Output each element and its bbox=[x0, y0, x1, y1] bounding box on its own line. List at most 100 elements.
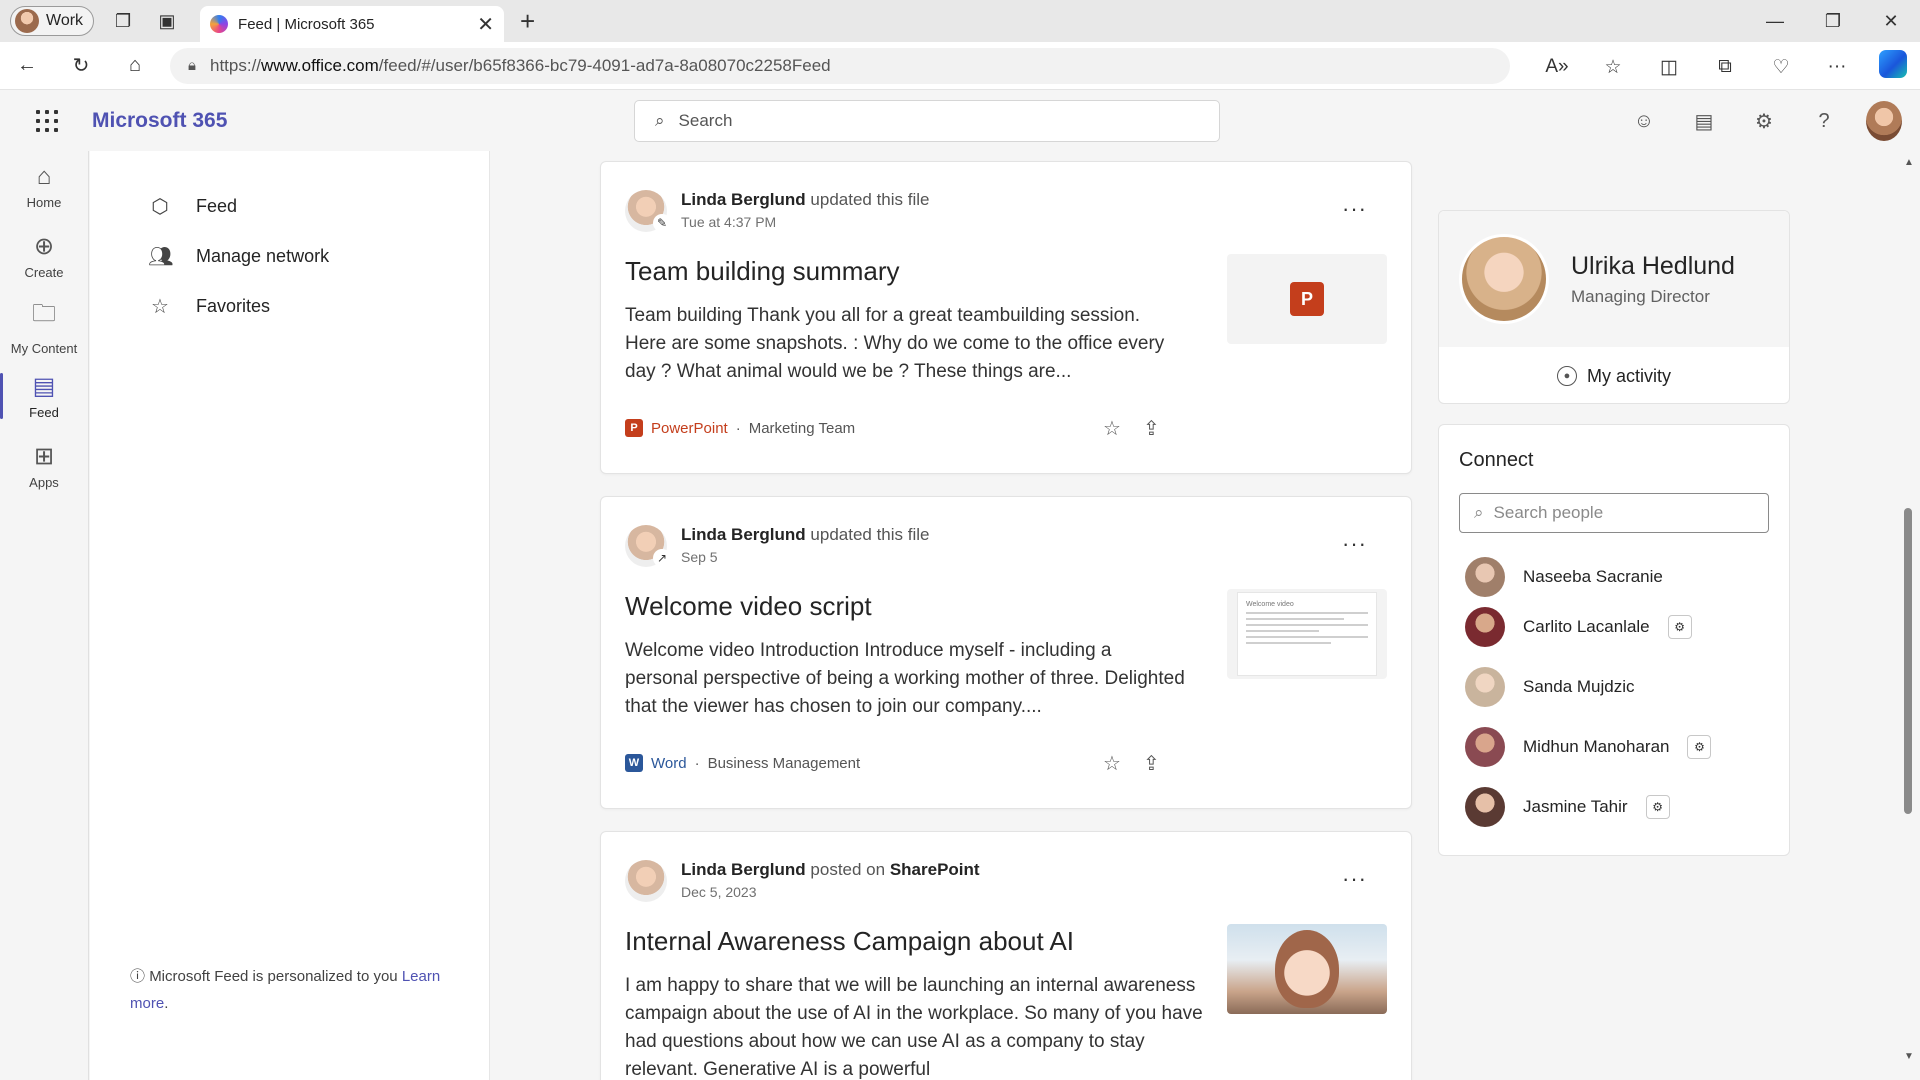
rail-item-create[interactable]: ⊕ Create bbox=[0, 221, 88, 291]
share-badge-icon: ↗ bbox=[653, 549, 671, 567]
card-header: Linda Berglund posted on SharePoint Dec … bbox=[625, 860, 980, 902]
nav-label: Favorites bbox=[196, 295, 271, 316]
doc-preview-heading: Welcome video bbox=[1246, 601, 1294, 608]
share-icon[interactable]: ⇪ bbox=[1143, 751, 1160, 776]
more-options-icon[interactable]: ··· bbox=[1342, 196, 1367, 222]
new-tab-icon[interactable]: + bbox=[520, 6, 535, 37]
connect-title: Connect bbox=[1459, 449, 1534, 471]
scroll-down-icon[interactable]: ▼ bbox=[1904, 1051, 1914, 1062]
author-name[interactable]: Linda Berglund bbox=[681, 525, 806, 544]
post-image-thumbnail[interactable] bbox=[1227, 924, 1387, 1014]
feed-card[interactable]: Linda Berglund posted on SharePoint Dec … bbox=[600, 831, 1412, 1080]
my-activity-button[interactable]: ● My activity bbox=[1439, 347, 1789, 403]
rail-item-apps[interactable]: ⊞ Apps bbox=[0, 431, 88, 501]
restore-icon[interactable]: ❐ bbox=[1804, 11, 1862, 32]
card-excerpt: Welcome video Introduction Introduce mys… bbox=[625, 640, 1185, 717]
search-placeholder: Search bbox=[678, 111, 733, 130]
refresh-icon[interactable]: ↻ bbox=[54, 53, 108, 78]
my-day-icon[interactable]: ▤ bbox=[1686, 109, 1722, 134]
settings-gear-icon[interactable]: ⚙ bbox=[1746, 109, 1782, 134]
header-icons: ☺ ▤ ⚙ ? bbox=[1626, 101, 1902, 141]
card-footer: W Word · Business Management ☆ ⇪ bbox=[625, 753, 1387, 775]
rail-item-my-content[interactable]: 🗀︎ My Content bbox=[0, 291, 88, 361]
rail-item-feed[interactable]: ▤ Feed bbox=[0, 361, 88, 431]
author-avatar[interactable] bbox=[625, 860, 667, 902]
personalization-notice: ⓘ Microsoft Feed is personalized to you … bbox=[130, 963, 460, 1017]
follow-badge-icon[interactable]: ⚙ bbox=[1667, 615, 1692, 639]
close-window-icon[interactable]: ✕ bbox=[1862, 11, 1920, 32]
author-avatar[interactable]: ↗ bbox=[625, 525, 671, 567]
home-nav-icon[interactable]: ⌂ bbox=[108, 54, 162, 77]
file-thumbnail[interactable]: Welcome video bbox=[1227, 589, 1387, 679]
browser-essentials-icon[interactable]: ♡ bbox=[1764, 56, 1798, 79]
split-screen-icon[interactable]: ◫ bbox=[1652, 56, 1686, 79]
collections-icon[interactable]: ⧉ bbox=[1708, 56, 1742, 78]
help-icon[interactable]: ? bbox=[1806, 110, 1842, 133]
active-tab[interactable]: Feed | Microsoft 365 ✕ bbox=[200, 6, 505, 42]
author-name[interactable]: Linda Berglund bbox=[681, 190, 806, 209]
scroll-thumb[interactable] bbox=[1904, 508, 1912, 814]
card-title[interactable]: Internal Awareness Campaign about AI bbox=[625, 926, 1074, 957]
lock-icon[interactable]: 🔒︎ bbox=[188, 57, 196, 74]
person-row[interactable]: Naseeba Sacranie bbox=[1465, 557, 1663, 597]
follow-badge-icon[interactable]: ⚙ bbox=[1645, 795, 1670, 819]
search-input[interactable]: ⌕ Search bbox=[634, 100, 1220, 142]
person-row[interactable]: Jasmine Tahir ⚙ bbox=[1465, 787, 1670, 827]
url-field[interactable]: 🔒︎ https://www.office.com/feed/#/user/b6… bbox=[170, 47, 1510, 84]
nav-item-favorites[interactable]: ☆ Favorites bbox=[90, 281, 489, 331]
profile-name[interactable]: Ulrika Hedlund bbox=[1571, 252, 1735, 281]
author-avatar[interactable]: ✎ bbox=[625, 190, 671, 232]
feed-card[interactable]: ↗ Linda Berglund updated this file Sep 5… bbox=[600, 496, 1412, 809]
follow-badge-icon[interactable]: ⚙ bbox=[1687, 735, 1712, 759]
settings-more-icon[interactable]: ··· bbox=[1820, 56, 1854, 78]
card-title[interactable]: Team building summary bbox=[625, 256, 900, 287]
profile-button[interactable]: Work bbox=[10, 6, 95, 36]
tab-actions-icon[interactable]: ▣ bbox=[152, 6, 182, 36]
close-tab-icon[interactable]: ✕ bbox=[477, 12, 494, 37]
more-options-icon[interactable]: ··· bbox=[1342, 531, 1367, 557]
card-title[interactable]: Welcome video script bbox=[625, 591, 872, 622]
account-avatar[interactable] bbox=[1866, 101, 1902, 141]
sharepoint-link[interactable]: SharePoint bbox=[890, 860, 980, 879]
profile-avatar[interactable] bbox=[1459, 234, 1549, 324]
favorite-star-icon[interactable]: ☆ bbox=[1103, 416, 1121, 441]
search-people-input[interactable]: ⌕ Search people bbox=[1459, 493, 1769, 533]
scroll-up-icon[interactable]: ▲ bbox=[1904, 157, 1914, 168]
feed-card[interactable]: ✎ Linda Berglund updated this file Tue a… bbox=[600, 161, 1412, 474]
person-avatar bbox=[1465, 667, 1505, 707]
notice-text: Microsoft Feed is personalized to you bbox=[149, 968, 398, 985]
person-row[interactable]: Sanda Mujdzic bbox=[1465, 667, 1635, 707]
nav-item-manage-network[interactable]: 👥︎ Manage network bbox=[90, 231, 489, 281]
favorite-star-icon[interactable]: ☆ bbox=[1103, 751, 1121, 776]
feed-cube-icon: ⬡ bbox=[151, 195, 169, 218]
file-location[interactable]: Marketing Team bbox=[749, 420, 855, 437]
file-location[interactable]: Business Management bbox=[708, 755, 861, 772]
brand-title[interactable]: Microsoft 365 bbox=[92, 109, 227, 133]
profile-label: Work bbox=[46, 12, 84, 29]
person-row[interactable]: Carlito Lacanlale ⚙ bbox=[1465, 607, 1692, 647]
person-row[interactable]: Midhun Manoharan ⚙ bbox=[1465, 727, 1712, 767]
author-name[interactable]: Linda Berglund bbox=[681, 860, 806, 879]
folder-icon: 🗀︎ bbox=[32, 300, 56, 327]
nav-item-feed[interactable]: ⬡ Feed bbox=[90, 181, 489, 231]
feedback-smiley-icon[interactable]: ☺ bbox=[1626, 110, 1662, 133]
address-bar-row: ← ↻ ⌂ 🔒︎ https://www.office.com/feed/#/u… bbox=[0, 42, 1920, 90]
edit-badge-icon: ✎ bbox=[653, 214, 671, 232]
copilot-icon[interactable] bbox=[1876, 50, 1910, 84]
favorite-star-icon[interactable]: ☆ bbox=[1596, 56, 1630, 79]
profile-card: Ulrika Hedlund Managing Director ● My ac… bbox=[1438, 210, 1790, 404]
m365-header: Microsoft 365 ⌕ Search ☺ ▤ ⚙ ? bbox=[0, 91, 1920, 151]
app-launcher-icon[interactable] bbox=[36, 110, 58, 132]
minimize-icon[interactable]: — bbox=[1746, 11, 1804, 32]
person-avatar bbox=[1465, 727, 1505, 767]
read-aloud-icon[interactable]: A» bbox=[1540, 56, 1574, 78]
back-icon[interactable]: ← bbox=[0, 54, 54, 77]
more-options-icon[interactable]: ··· bbox=[1342, 866, 1367, 892]
share-icon[interactable]: ⇪ bbox=[1143, 416, 1160, 441]
rail-item-home[interactable]: ⌂ Home bbox=[0, 151, 88, 221]
workspaces-icon[interactable]: ❐ bbox=[108, 6, 138, 36]
file-thumbnail[interactable]: P bbox=[1227, 254, 1387, 344]
page-scrollbar[interactable]: ▲ ▼ bbox=[1900, 151, 1916, 1066]
rail-label: My Content bbox=[10, 341, 78, 356]
app-name: PowerPoint bbox=[651, 419, 728, 437]
